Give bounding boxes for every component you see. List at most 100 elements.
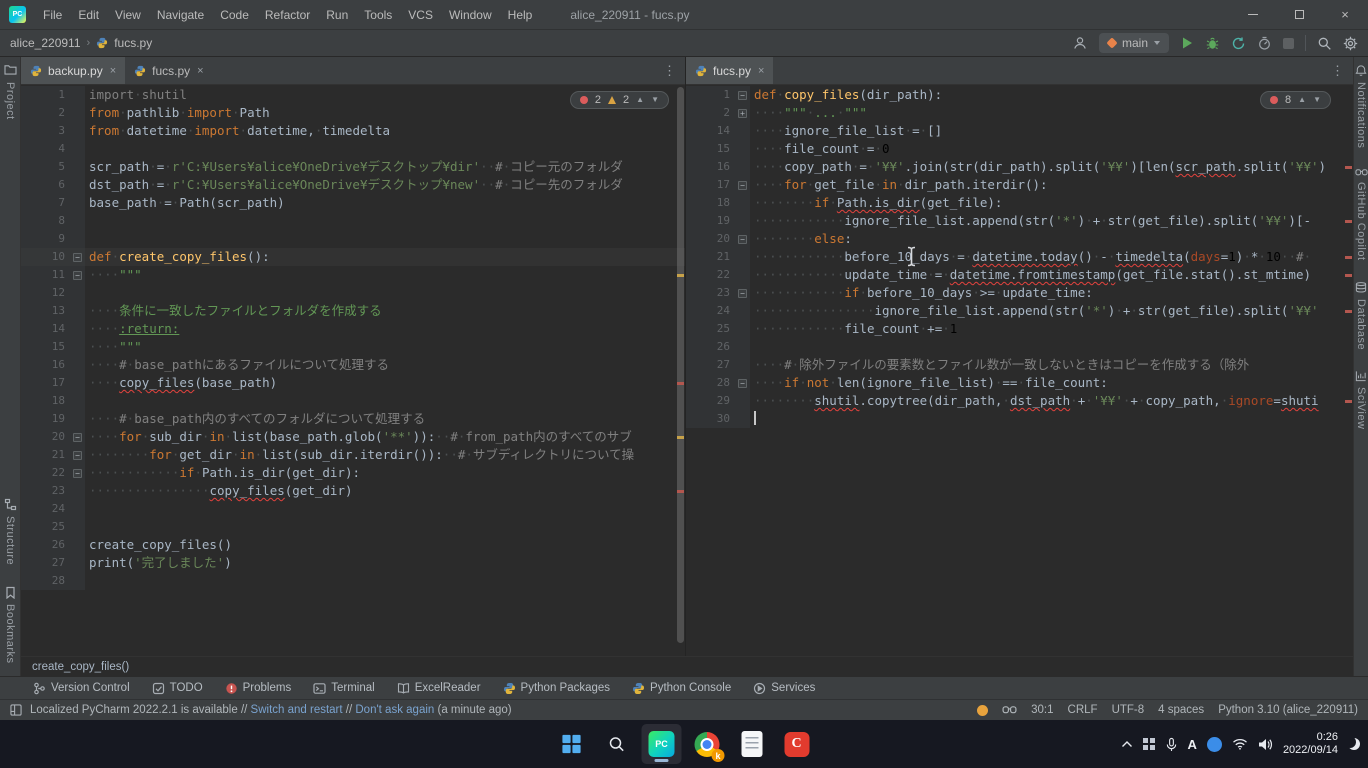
gutter[interactable]: 12 (21, 284, 85, 302)
breadcrumb-project[interactable]: alice_220911 (10, 36, 81, 50)
dont-ask-again-link[interactable]: Don't ask again (355, 704, 434, 716)
gutter[interactable]: 21 (686, 248, 750, 266)
code-line[interactable]: 30 (686, 410, 1353, 428)
wifi-icon[interactable] (1232, 738, 1248, 750)
switch-and-restart-link[interactable]: Switch and restart (251, 704, 343, 716)
code-line[interactable]: 27····#·除外ファイルの要素数とファイル数が一致しないときはコピーを作成す… (686, 356, 1353, 374)
bookmarks-icon[interactable] (5, 586, 16, 599)
tab-close-icon[interactable]: × (197, 65, 203, 77)
menu-tools[interactable]: Tools (356, 0, 400, 29)
menu-code[interactable]: Code (212, 0, 257, 29)
gutter[interactable]: 9 (21, 230, 85, 248)
code-line[interactable]: 26 (686, 338, 1353, 356)
fold-toggle[interactable]: − (73, 451, 82, 460)
code-line[interactable]: 17····copy_files(base_path) (21, 374, 685, 392)
ime-mode-indicator[interactable]: A (1188, 737, 1197, 752)
gutter[interactable]: 16 (686, 158, 750, 176)
code-line[interactable]: 8 (21, 212, 685, 230)
gutter[interactable]: 15 (21, 338, 85, 356)
fold-toggle[interactable]: − (738, 379, 747, 388)
error-stripe-mark[interactable] (677, 274, 684, 277)
gutter[interactable]: 1− (686, 86, 750, 104)
tab-fucs-py-right[interactable]: fucs.py × (686, 57, 773, 84)
fold-toggle[interactable]: − (738, 235, 747, 244)
menu-file[interactable]: File (35, 0, 70, 29)
tray-grid-icon[interactable] (1143, 738, 1148, 743)
maximize-button[interactable] (1276, 0, 1322, 29)
error-stripe-mark[interactable] (677, 436, 684, 439)
code-line[interactable]: 6dst_path·=·r'C:¥Users¥alice¥OneDrive¥デス… (21, 176, 685, 194)
gutter[interactable]: 6 (21, 176, 85, 194)
error-stripe-mark[interactable] (1345, 166, 1352, 169)
code-line[interactable]: 15····""" (21, 338, 685, 356)
profiler-button[interactable] (1257, 36, 1272, 51)
project-folder-icon[interactable] (4, 64, 17, 75)
code-line[interactable]: 25············file_count·+=·1 (686, 320, 1353, 338)
tool-button-database[interactable]: Database (1355, 299, 1367, 350)
tool-button-bookmarks[interactable]: Bookmarks (4, 604, 16, 664)
code-line[interactable]: 24················ignore_file_list.appen… (686, 302, 1353, 320)
code-line[interactable]: 11−····""" (21, 266, 685, 284)
gutter[interactable]: 7 (21, 194, 85, 212)
code-line[interactable]: 28−····if·not·len(ignore_file_list)·==·f… (686, 374, 1353, 392)
gutter[interactable]: 10− (21, 248, 85, 266)
gutter[interactable]: 18 (686, 194, 750, 212)
menu-edit[interactable]: Edit (70, 0, 107, 29)
tool-window-services[interactable]: Services (742, 677, 826, 699)
gutter[interactable]: 16 (21, 356, 85, 374)
tool-window-switcher-icon[interactable] (10, 704, 22, 716)
next-problem-button[interactable]: ▼ (1313, 96, 1321, 104)
menu-run[interactable]: Run (318, 0, 356, 29)
code-line[interactable]: 20−········else: (686, 230, 1353, 248)
code-line[interactable]: 19····#·base_path内のすべてのフォルダについて処理する (21, 410, 685, 428)
breadcrumb-function[interactable]: create_copy_files() (32, 661, 129, 673)
indent-widget[interactable]: 4 spaces (1158, 704, 1204, 716)
gutter[interactable]: 25 (686, 320, 750, 338)
user-button[interactable] (1072, 35, 1088, 51)
code-line[interactable]: 10−def·create_copy_files(): (21, 248, 685, 266)
gutter[interactable]: 25 (21, 518, 85, 536)
error-stripe-mark[interactable] (1345, 274, 1352, 277)
gutter[interactable]: 28− (686, 374, 750, 392)
tab-options-icon[interactable]: ⋮ (1322, 57, 1353, 84)
tool-window-version-control[interactable]: Version Control (22, 677, 141, 699)
code-line[interactable]: 16····#·base_pathにあるファイルについて処理する (21, 356, 685, 374)
gutter[interactable]: 30 (686, 410, 750, 428)
gutter[interactable]: 23− (686, 284, 750, 302)
tool-window-terminal[interactable]: Terminal (302, 677, 385, 699)
code-line[interactable]: 23················copy_files(get_dir) (21, 482, 685, 500)
code-line[interactable]: 13····条件に一致したファイルとフォルダを作成する (21, 302, 685, 320)
tray-app-icon[interactable] (1207, 737, 1222, 752)
structure-icon[interactable] (4, 498, 17, 511)
gutter[interactable]: 3 (21, 122, 85, 140)
tool-button-sciview[interactable]: SciView (1355, 387, 1367, 429)
menu-navigate[interactable]: Navigate (149, 0, 212, 29)
error-stripe-mark[interactable] (1345, 220, 1352, 223)
gutter[interactable]: 2+ (686, 104, 750, 122)
gutter[interactable]: 2 (21, 104, 85, 122)
search-everywhere-button[interactable] (1317, 36, 1332, 51)
error-stripe-mark[interactable] (1345, 400, 1352, 403)
next-problem-button[interactable]: ▼ (651, 96, 659, 104)
close-button[interactable]: × (1322, 0, 1368, 29)
gutter[interactable]: 14 (686, 122, 750, 140)
run-button[interactable] (1180, 36, 1194, 50)
git-branch-widget[interactable]: main (1099, 33, 1169, 53)
code-line[interactable]: 23−············if·before_10_days·>=·upda… (686, 284, 1353, 302)
menu-help[interactable]: Help (500, 0, 541, 29)
code-line[interactable]: 26create_copy_files() (21, 536, 685, 554)
code-line[interactable]: 29········shutil.copytree(dir_path,·dst_… (686, 392, 1353, 410)
tray-expand-chevron[interactable] (1121, 740, 1133, 748)
gutter[interactable]: 8 (21, 212, 85, 230)
gutter[interactable]: 15 (686, 140, 750, 158)
gutter[interactable]: 17 (21, 374, 85, 392)
gutter[interactable]: 18 (21, 392, 85, 410)
gutter[interactable]: 28 (21, 572, 85, 590)
tool-button-structure[interactable]: Structure (4, 516, 16, 565)
caret-position-widget[interactable]: 30:1 (1031, 704, 1053, 716)
code-line[interactable]: 17−····for·get_file·in·dir_path.iterdir(… (686, 176, 1353, 194)
gutter[interactable]: 27 (21, 554, 85, 572)
gutter[interactable]: 24 (21, 500, 85, 518)
code-line[interactable]: 19············ignore_file_list.append(st… (686, 212, 1353, 230)
code-line[interactable]: 4 (21, 140, 685, 158)
